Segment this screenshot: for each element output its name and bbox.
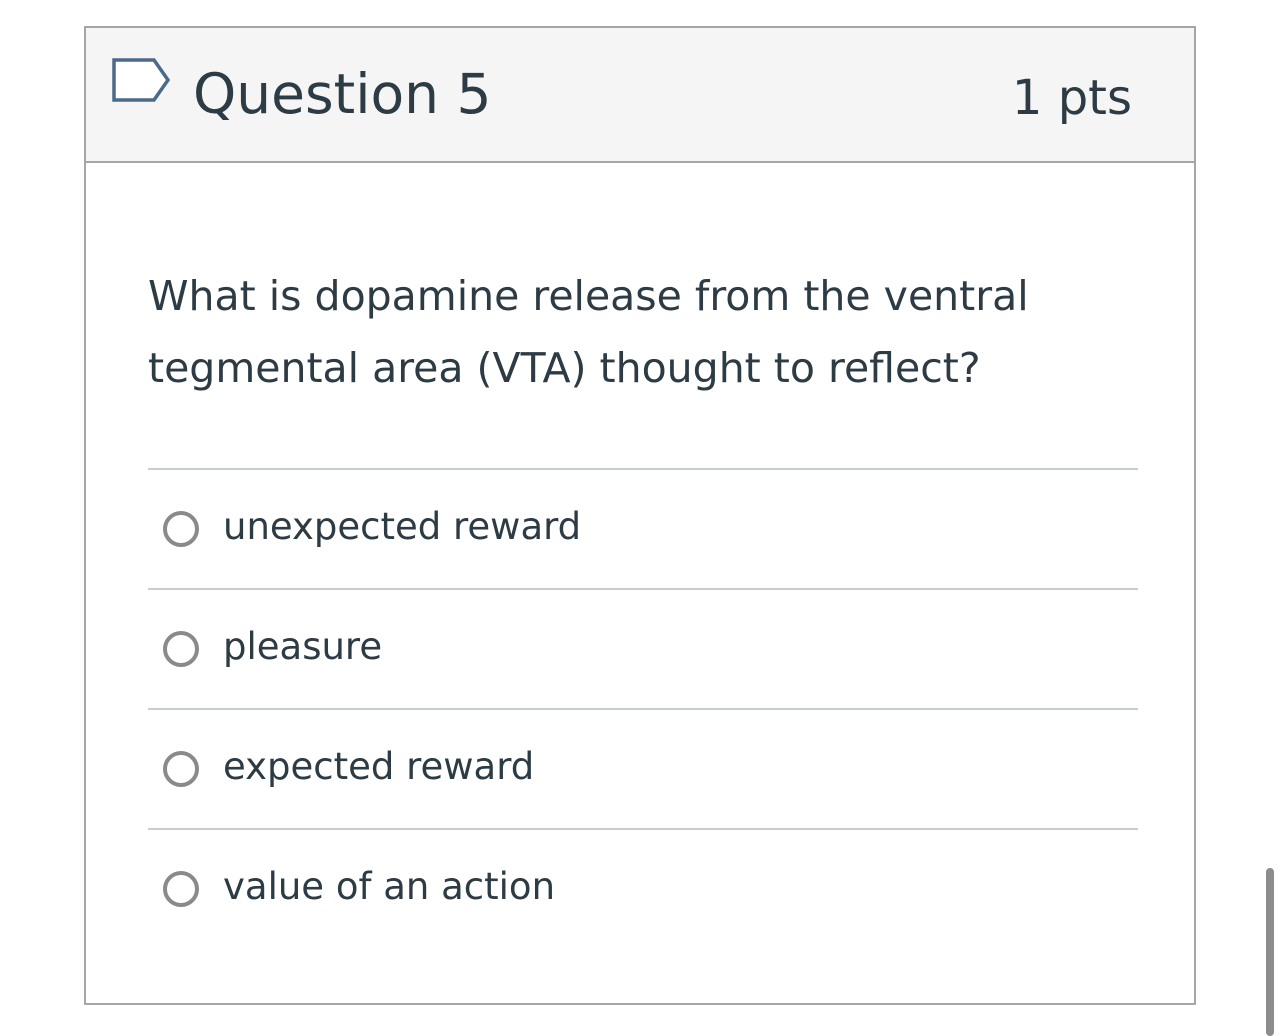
answer-option[interactable]: expected reward	[148, 708, 1138, 828]
answer-option[interactable]: unexpected reward	[148, 468, 1138, 588]
answers-list: unexpected reward pleasure expected rewa…	[148, 468, 1138, 948]
question-card: Question 5 1 pts What is dopamine releas…	[84, 26, 1196, 1005]
question-points: 1 pts	[1011, 70, 1132, 126]
question-header: Question 5 1 pts	[86, 28, 1194, 163]
answer-option[interactable]: value of an action	[148, 828, 1138, 948]
answer-label[interactable]: expected reward	[223, 740, 534, 794]
answer-label[interactable]: unexpected reward	[223, 500, 581, 554]
question-text: What is dopamine release from the ventra…	[148, 272, 1029, 392]
radio-button[interactable]	[163, 871, 199, 907]
question-title: Question 5	[193, 62, 492, 126]
flag-question-icon[interactable]	[110, 56, 174, 110]
answer-option[interactable]: pleasure	[148, 588, 1138, 708]
radio-button[interactable]	[163, 751, 199, 787]
answer-label[interactable]: pleasure	[223, 620, 382, 674]
answer-label[interactable]: value of an action	[223, 860, 555, 914]
page-scrollbar[interactable]	[1266, 868, 1274, 1036]
radio-button[interactable]	[163, 631, 199, 667]
radio-button[interactable]	[163, 511, 199, 547]
